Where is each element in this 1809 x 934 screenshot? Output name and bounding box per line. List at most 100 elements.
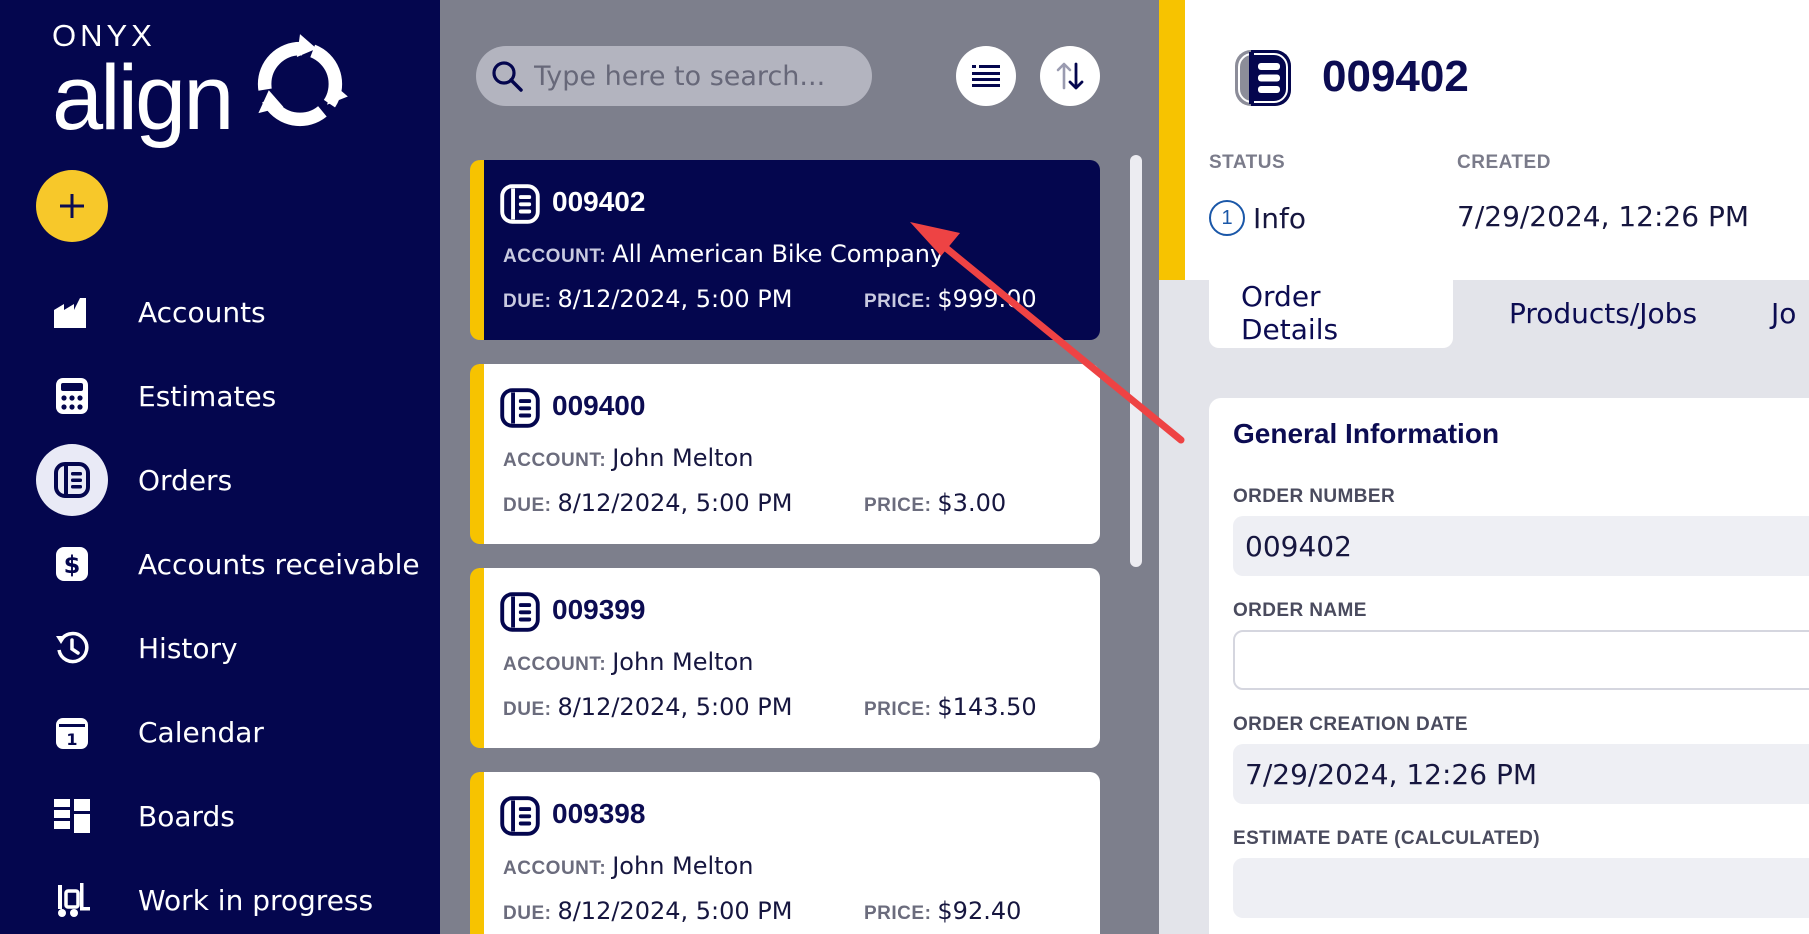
order-due: DUE: 8/12/2024, 5:00 PM [503, 285, 792, 313]
sort-icon [1056, 62, 1084, 90]
due-value: 8/12/2024, 5:00 PM [557, 489, 793, 517]
sidebar-item-history[interactable]: History [0, 606, 440, 690]
sidebar-item-calendar[interactable]: 1 Calendar [0, 690, 440, 774]
sidebar-item-orders[interactable]: Orders [0, 438, 440, 522]
sidebar-item-boards[interactable]: Boards [0, 774, 440, 858]
brand-product: align [52, 47, 234, 149]
add-button[interactable] [36, 170, 108, 242]
sidebar-item-label: Accounts [138, 295, 266, 329]
due-label: DUE: [503, 495, 552, 516]
price-value: $143.50 [937, 693, 1037, 721]
dollar-icon: $ [36, 528, 108, 600]
status-value: 1 Info [1209, 200, 1306, 236]
sidebar-item-label: Boards [138, 799, 235, 833]
order-price: PRICE: $3.00 [864, 489, 1006, 517]
calculator-icon [36, 360, 108, 432]
order-icon [36, 444, 108, 516]
order-icon [500, 592, 540, 632]
orders-list-panel: 009402 ACCOUNT:All American Bike Company… [440, 0, 1159, 934]
order-card[interactable]: 009400 ACCOUNT: John Melton DUE: 8/12/2024… [470, 364, 1100, 544]
due-value: 8/12/2024, 5:00 PM [557, 693, 793, 721]
status-number-icon: 1 [1209, 200, 1245, 236]
order-due: DUE: 8/12/2024, 5:00 PM [503, 897, 792, 925]
factory-icon [36, 276, 108, 348]
order-creation-date-field[interactable]: 7/29/2024, 12:26 PM [1233, 744, 1809, 804]
general-information-card: General Information ORDER NUMBER 009402 … [1209, 398, 1809, 934]
refresh-cycle-icon [256, 34, 348, 128]
estimate-date-field[interactable] [1233, 858, 1809, 918]
created-label: CREATED [1457, 152, 1551, 173]
list-scrollbar[interactable] [1130, 155, 1142, 567]
order-account: ACCOUNT: John Melton [503, 852, 753, 880]
calendar-icon: 1 [36, 696, 108, 768]
search-icon [492, 61, 523, 92]
sidebar-item-work-in-progress[interactable]: Work in progress [0, 858, 440, 934]
account-value: All American Bike Company [612, 240, 945, 268]
status-label: STATUS [1209, 152, 1286, 173]
order-price: PRICE: $92.40 [864, 897, 1021, 925]
svg-text:$: $ [64, 551, 81, 579]
tab-order-details[interactable]: Order Details [1209, 278, 1453, 348]
sidebar: ONYX align Accounts Estimates Orders $ A… [0, 0, 440, 934]
order-price: PRICE: $999.00 [864, 285, 1037, 313]
order-creation-date-label: ORDER CREATION DATE [1233, 714, 1468, 735]
list-icon [972, 65, 1000, 87]
account-label: ACCOUNT: [503, 450, 607, 471]
order-account: ACCOUNT: John Melton [503, 648, 753, 676]
order-number-label: ORDER NUMBER [1233, 486, 1396, 507]
order-icon [1235, 50, 1291, 106]
main-navigation: Accounts Estimates Orders $ Accounts rec… [0, 270, 440, 934]
order-account: ACCOUNT: All American Bike Company [503, 240, 944, 268]
sidebar-item-label: Calendar [138, 715, 264, 749]
price-label: PRICE: [864, 903, 932, 924]
sidebar-item-label: Accounts receivable [138, 547, 420, 581]
due-label: DUE: [503, 699, 552, 720]
plus-icon [60, 194, 84, 218]
price-value: $999.00 [937, 285, 1037, 313]
order-card-selected[interactable]: 009402 ACCOUNT: All American Bike Company… [470, 160, 1100, 340]
account-label: ACCOUNT: [503, 654, 607, 675]
sidebar-item-accounts[interactable]: Accounts [0, 270, 440, 354]
status-text: Info [1253, 201, 1306, 235]
account-value: John Melton [612, 444, 754, 472]
tab-products-jobs[interactable]: Products/Jobs [1453, 278, 1753, 348]
order-number-field[interactable]: 009402 [1233, 516, 1809, 576]
boards-icon [36, 780, 108, 852]
order-price: PRICE: $143.50 [864, 693, 1037, 721]
order-icon [500, 388, 540, 428]
filter-list-button[interactable] [956, 46, 1016, 106]
order-name-field[interactable] [1233, 630, 1809, 690]
order-due: DUE: 8/12/2024, 5:00 PM [503, 693, 792, 721]
svg-text:1: 1 [66, 730, 77, 749]
order-due: DUE: 8/12/2024, 5:00 PM [503, 489, 792, 517]
due-value: 8/12/2024, 5:00 PM [557, 285, 793, 313]
detail-header: 009402 STATUS 1 Info CREATED 7/29/2024, … [1159, 0, 1809, 280]
sidebar-item-accounts-receivable[interactable]: $ Accounts receivable [0, 522, 440, 606]
order-card[interactable]: 009399 ACCOUNT: John Melton DUE: 8/12/2024… [470, 568, 1100, 748]
search-input[interactable] [534, 60, 864, 92]
order-number: 009398 [552, 798, 646, 829]
due-label: DUE: [503, 291, 552, 312]
brand-logo[interactable]: ONYX align [52, 18, 352, 148]
tab-jobs[interactable]: Jo [1753, 278, 1809, 348]
order-number: 009402 [552, 186, 646, 217]
search-box[interactable] [476, 46, 872, 106]
forklift-icon [36, 864, 108, 934]
price-label: PRICE: [864, 291, 932, 312]
sidebar-item-label: Orders [138, 463, 233, 497]
order-icon [500, 184, 540, 224]
estimate-date-label: ESTIMATE DATE (CALCULATED) [1233, 828, 1540, 849]
price-label: PRICE: [864, 495, 932, 516]
order-name-label: ORDER NAME [1233, 600, 1367, 621]
account-value: John Melton [612, 852, 754, 880]
sidebar-item-estimates[interactable]: Estimates [0, 354, 440, 438]
order-card[interactable]: 009398 ACCOUNT: John Melton DUE: 8/12/2024… [470, 772, 1100, 934]
account-label: ACCOUNT: [503, 858, 607, 879]
order-number: 009399 [552, 594, 646, 625]
account-label: ACCOUNT: [503, 246, 607, 267]
sort-button[interactable] [1040, 46, 1100, 106]
detail-order-number: 009402 [1322, 52, 1469, 101]
price-value: $3.00 [937, 489, 1007, 517]
order-account: ACCOUNT: John Melton [503, 444, 753, 472]
order-icon [500, 796, 540, 836]
